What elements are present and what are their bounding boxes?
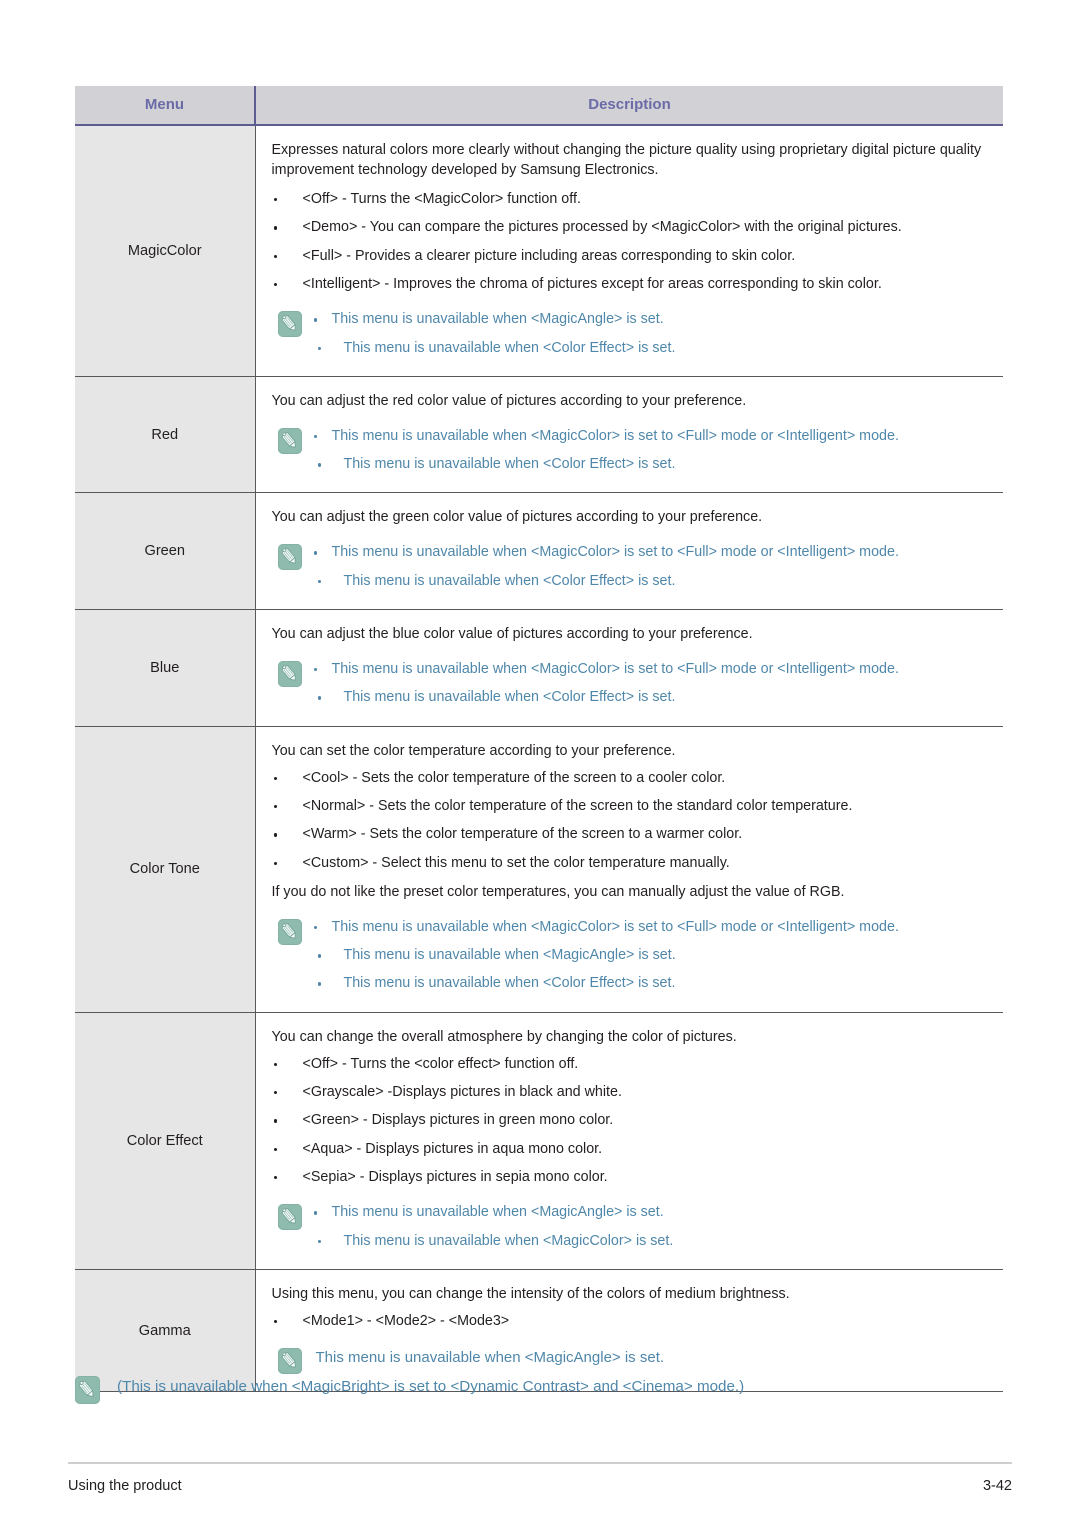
- table-row: Red You can adjust the red color value o…: [75, 376, 1003, 494]
- description-intro: You can set the color temperature accord…: [271, 742, 676, 759]
- description-gamma: Using this menu, you can change the inte…: [255, 1269, 1003, 1393]
- note-block: This menu is unavailable when <MagicColo…: [272, 427, 996, 475]
- bullet-list: <Mode1> - <Mode2> - <Mode3>: [272, 1312, 996, 1331]
- note-block: This menu is unavailable when <MagicColo…: [272, 918, 996, 994]
- table-row: MagicColor Expresses natural colors more…: [75, 125, 1003, 377]
- list-item: <Aqua> - Displays pictures in aqua mono …: [272, 1140, 996, 1159]
- note-item: This menu is unavailable when <MagicColo…: [272, 427, 996, 446]
- note-list: This menu is unavailable when <MagicAngl…: [272, 310, 996, 358]
- description-color-effect: You can change the overall atmosphere by…: [255, 1012, 1003, 1270]
- description-color-tone: You can set the color temperature accord…: [255, 726, 1003, 1013]
- note-list: This menu is unavailable when <MagicColo…: [272, 660, 996, 708]
- note-block: This menu is unavailable when <MagicAngl…: [272, 1347, 996, 1375]
- menu-label-color-tone: Color Tone: [75, 726, 256, 1013]
- note-block: This menu is unavailable when <MagicColo…: [272, 543, 996, 591]
- document-page: Menu Description MagicColor Expresses na…: [0, 0, 1080, 1527]
- description-magiccolor: Expresses natural colors more clearly wi…: [255, 125, 1003, 377]
- note-item: This menu is unavailable when <MagicAngl…: [272, 946, 996, 965]
- list-item: <Sepia> - Displays pictures in sepia mon…: [272, 1168, 996, 1187]
- menu-label-magiccolor: MagicColor: [75, 125, 256, 377]
- list-item: <Green> - Displays pictures in green mon…: [272, 1111, 996, 1130]
- table-row: Green You can adjust the green color val…: [75, 492, 1003, 611]
- menu-label-color-effect: Color Effect: [75, 1012, 256, 1270]
- note-item: This menu is unavailable when <Color Eff…: [272, 572, 996, 591]
- note-item: This menu is unavailable when <Color Eff…: [272, 974, 996, 993]
- note-item: This menu is unavailable when <Color Eff…: [272, 688, 996, 707]
- note-list: This menu is unavailable when <MagicColo…: [272, 427, 996, 475]
- column-header-menu: Menu: [75, 86, 256, 126]
- list-item: <Normal> - Sets the color temperature of…: [272, 797, 996, 816]
- page-note-block: (This is unavailable when <MagicBright> …: [75, 1376, 1005, 1404]
- list-item: <Full> - Provides a clearer picture incl…: [272, 247, 996, 266]
- description-intro: Using this menu, you can change the inte…: [271, 1285, 790, 1302]
- description-intro: You can adjust the green color value of …: [271, 509, 763, 526]
- list-item: <Demo> - You can compare the pictures pr…: [272, 218, 996, 237]
- description-intro: Expresses natural colors more clearly wi…: [271, 142, 982, 179]
- table-header: Menu Description: [75, 86, 1003, 126]
- table-row: Color Effect You can change the overall …: [75, 1012, 1003, 1270]
- note-item: This menu is unavailable when <MagicColo…: [272, 543, 996, 562]
- menu-label-red: Red: [75, 376, 256, 494]
- note-item: This menu is unavailable when <MagicAngl…: [272, 1203, 996, 1222]
- note-list: This menu is unavailable when <MagicColo…: [272, 543, 996, 591]
- menu-label-blue: Blue: [75, 609, 256, 727]
- table-row: Color Tone You can set the color tempera…: [75, 726, 1003, 1013]
- table-body: MagicColor Expresses natural colors more…: [75, 125, 1003, 1393]
- note-item: This menu is unavailable when <Color Eff…: [272, 455, 996, 474]
- note-block: This menu is unavailable when <MagicAngl…: [272, 310, 996, 358]
- description-intro: You can adjust the blue color value of p…: [271, 626, 753, 643]
- note-block: This menu is unavailable when <MagicAngl…: [272, 1203, 996, 1251]
- column-header-description: Description: [255, 86, 1003, 126]
- menu-label-gamma: Gamma: [75, 1269, 256, 1393]
- note-item: This menu is unavailable when <MagicColo…: [272, 1232, 996, 1251]
- menu-label-green: Green: [75, 492, 256, 611]
- list-item: <Off> - Turns the <MagicColor> function …: [272, 190, 996, 209]
- bullet-list: <Cool> - Sets the color temperature of t…: [272, 769, 996, 873]
- note-item: This menu is unavailable when <MagicAngl…: [315, 1349, 665, 1367]
- note-item: This menu is unavailable when <MagicColo…: [272, 660, 996, 679]
- footer-section-title: Using the product: [68, 1478, 182, 1494]
- page-note-text: (This is unavailable when <MagicBright> …: [117, 1378, 745, 1395]
- description-green: You can adjust the green color value of …: [255, 492, 1003, 611]
- bullet-list: <Off> - Turns the <color effect> functio…: [272, 1055, 996, 1187]
- table-row: Blue You can adjust the blue color value…: [75, 609, 1003, 727]
- description-red: You can adjust the red color value of pi…: [255, 376, 1003, 494]
- description-intro: You can change the overall atmosphere by…: [271, 1028, 737, 1045]
- footer-page-number: 3-42: [982, 1478, 1012, 1494]
- note-item: This menu is unavailable when <Color Eff…: [272, 339, 996, 358]
- pencil-note-icon: [75, 1376, 100, 1404]
- note-item: This menu is unavailable when <MagicColo…: [272, 918, 996, 937]
- page-footer: Using the product 3-42: [68, 1462, 1012, 1494]
- table-row: Gamma Using this menu, you can change th…: [75, 1269, 1003, 1393]
- list-item: <Mode1> - <Mode2> - <Mode3>: [272, 1312, 996, 1331]
- menu-description-table: Menu Description MagicColor Expresses na…: [75, 86, 1003, 1393]
- list-item: <Cool> - Sets the color temperature of t…: [272, 769, 996, 788]
- pencil-note-icon: [277, 1348, 302, 1375]
- description-outro: If you do not like the preset color temp…: [271, 883, 845, 900]
- note-item: This menu is unavailable when <MagicAngl…: [272, 310, 996, 329]
- description-blue: You can adjust the blue color value of p…: [255, 609, 1003, 727]
- list-item: <Intelligent> - Improves the chroma of p…: [272, 275, 996, 294]
- bullet-list: <Off> - Turns the <MagicColor> function …: [272, 190, 996, 294]
- table-header-row: Menu Description: [75, 86, 1003, 126]
- note-list: This menu is unavailable when <MagicAngl…: [272, 1203, 996, 1251]
- list-item: <Custom> - Select this menu to set the c…: [272, 854, 996, 873]
- note-block: This menu is unavailable when <MagicColo…: [272, 660, 996, 708]
- list-item: <Grayscale> -Displays pictures in black …: [272, 1083, 996, 1102]
- list-item: <Warm> - Sets the color temperature of t…: [272, 825, 996, 844]
- note-list: This menu is unavailable when <MagicColo…: [272, 918, 996, 994]
- list-item: <Off> - Turns the <color effect> functio…: [272, 1055, 996, 1074]
- description-intro: You can adjust the red color value of pi…: [271, 392, 747, 409]
- footer-row: Using the product 3-42: [68, 1464, 1012, 1494]
